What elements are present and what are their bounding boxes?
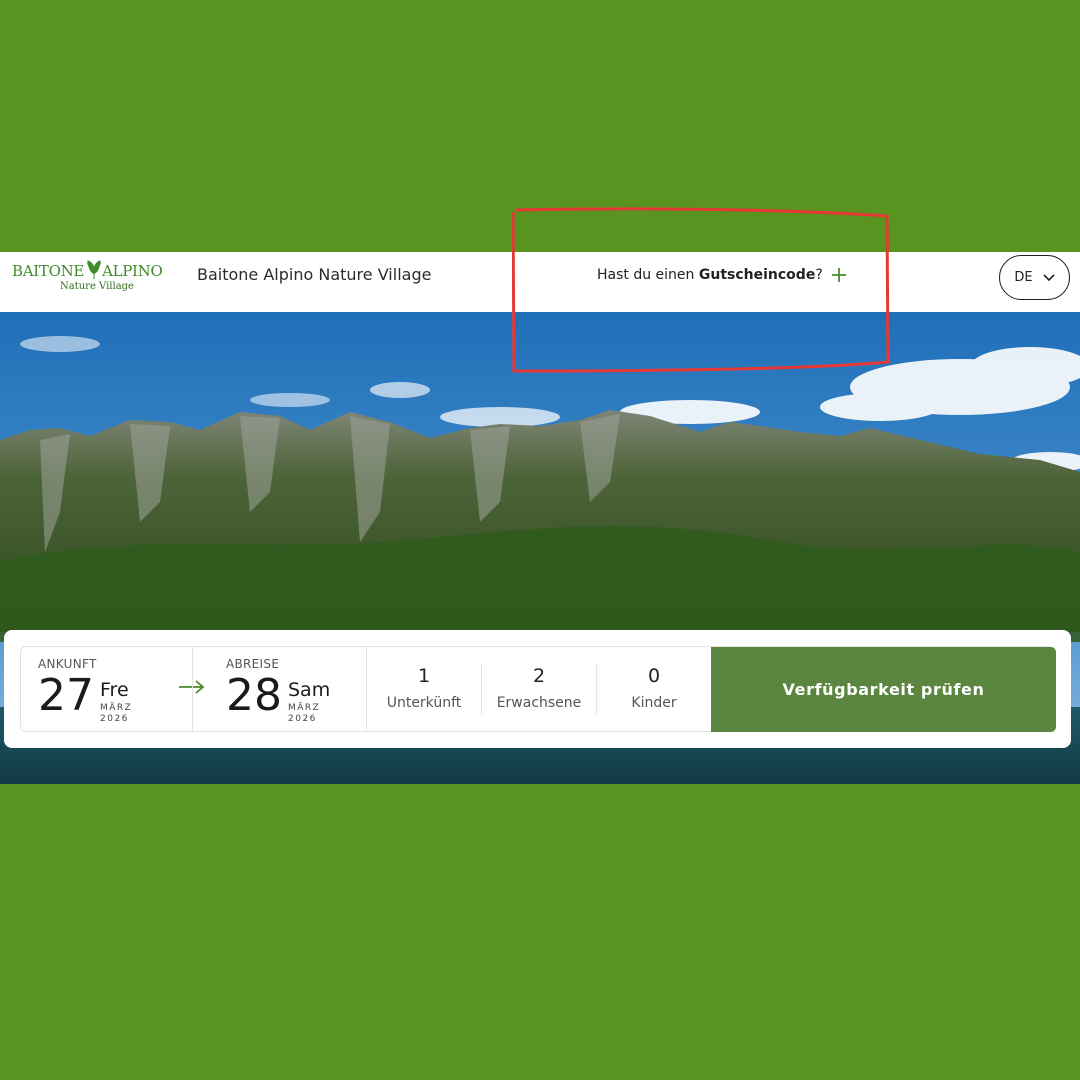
brand-logo[interactable]: BAITONE ALPINO Nature Village: [12, 260, 163, 304]
arrival-weekday: Fre: [100, 679, 129, 701]
voucher-bold: Gutscheincode: [698, 267, 816, 283]
language-selector[interactable]: DE: [999, 255, 1070, 300]
voucher-suffix: ?: [815, 267, 823, 283]
units-value: 1: [417, 665, 431, 687]
arrival-month: MÄRZ: [100, 703, 133, 713]
arrival-label: ANKUNFT: [38, 657, 97, 671]
booking-form: ANKUNFT 27 Fre MÄRZ 2026 ABREISE 28 Sam …: [20, 646, 1056, 732]
voucher-prefix: Hast du einen: [597, 267, 699, 283]
adults-label: Erwachsene: [496, 695, 582, 711]
departure-date-field[interactable]: ABREISE 28 Sam MÄRZ 2026: [226, 647, 376, 731]
units-label: Unterkünft: [386, 695, 462, 711]
booking-widget: ANKUNFT 27 Fre MÄRZ 2026 ABREISE 28 Sam …: [4, 630, 1071, 748]
arrival-day-number: 27: [38, 670, 94, 721]
departure-day-number: 28: [226, 670, 282, 721]
voucher-code-toggle[interactable]: Hast du einen Gutscheincode?: [597, 267, 847, 283]
arrival-year: 2026: [100, 714, 129, 724]
plus-icon[interactable]: [831, 267, 847, 283]
departure-year: 2026: [288, 714, 317, 724]
adults-value: 2: [532, 665, 546, 687]
check-availability-button[interactable]: Verfügbarkeit prüfen: [711, 647, 1056, 732]
departure-weekday: Sam: [288, 679, 331, 701]
children-counter[interactable]: 0 Kinder: [597, 647, 711, 731]
adults-counter[interactable]: 2 Erwachsene: [482, 647, 596, 731]
departure-month: MÄRZ: [288, 703, 321, 713]
departure-label: ABREISE: [226, 657, 280, 671]
children-value: 0: [647, 665, 661, 687]
chevron-down-icon: [1043, 273, 1055, 281]
arrival-date-field[interactable]: ANKUNFT 27 Fre MÄRZ 2026: [38, 647, 188, 731]
site-header: BAITONE ALPINO Nature Village Baitone Alp…: [0, 252, 1080, 312]
units-counter[interactable]: 1 Unterkünft: [367, 647, 481, 731]
language-code: DE: [1014, 270, 1033, 285]
children-label: Kinder: [631, 695, 677, 711]
divider: [192, 647, 193, 731]
site-title[interactable]: Baitone Alpino Nature Village: [197, 265, 431, 284]
leaf-icon: [87, 260, 101, 279]
logo-subtitle: Nature Village: [60, 281, 134, 292]
